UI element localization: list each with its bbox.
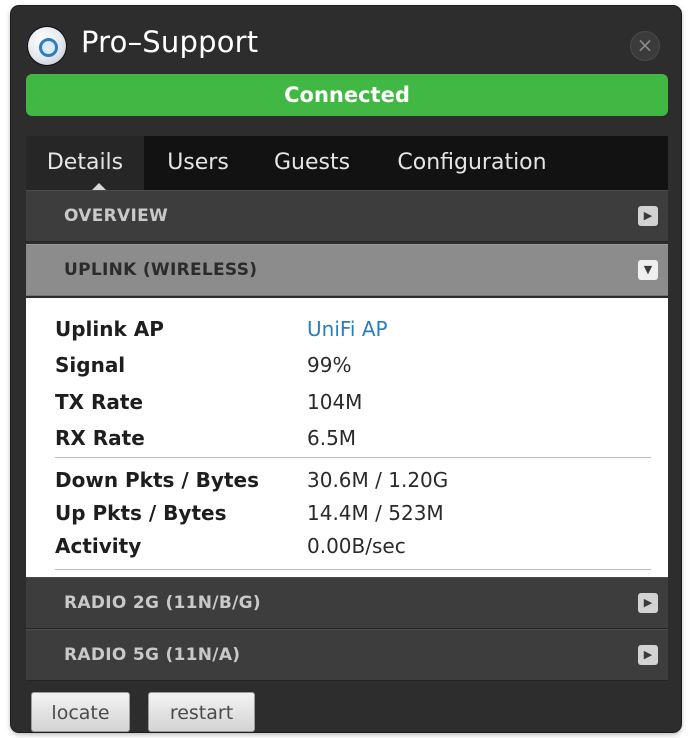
expand-arrow-icon[interactable]: ▶ (638, 645, 658, 665)
locate-button[interactable]: locate (31, 692, 130, 732)
section-radio-2g-label: RADIO 2G (11N/B/G) (64, 593, 261, 613)
close-icon[interactable]: × (630, 31, 660, 61)
uplink-details: Uplink AP UniFi AP Signal 99% TX Rate 10… (26, 298, 668, 577)
active-tab-indicator (92, 183, 106, 190)
section-radio-2g[interactable]: RADIO 2G (11N/B/G) ▶ (26, 577, 668, 629)
uplink-ap-link[interactable]: UniFi AP (307, 314, 388, 344)
detail-value: 99% (307, 353, 352, 377)
expand-arrow-icon[interactable]: ▶ (638, 593, 658, 613)
detail-value: 30.6M / 1.20G (307, 468, 449, 492)
detail-value: 0.00B/sec (307, 534, 406, 558)
tab-users[interactable]: Users (144, 136, 252, 190)
detail-divider (55, 569, 651, 570)
detail-label: Activity (55, 534, 142, 558)
detail-label: Down Pkts / Bytes (55, 468, 259, 492)
detail-label: TX Rate (55, 390, 144, 414)
detail-label: RX Rate (55, 426, 145, 450)
detail-value: 14.4M / 523M (307, 501, 444, 525)
panel-title: Pro–Support (81, 25, 259, 59)
section-overview[interactable]: OVERVIEW ▶ (26, 190, 668, 242)
section-overview-label: OVERVIEW (64, 206, 169, 226)
section-radio-5g[interactable]: RADIO 5G (11N/A) ▶ (26, 629, 668, 681)
tab-guests[interactable]: Guests (252, 136, 372, 190)
action-bar: locate restart (11, 682, 681, 732)
collapse-arrow-icon[interactable]: ▼ (638, 260, 658, 280)
section-uplink-label: UPLINK (WIRELESS) (64, 260, 258, 280)
detail-label: Signal (55, 353, 126, 377)
tab-details[interactable]: Details (26, 136, 144, 190)
detail-value: 6.5M (307, 426, 357, 450)
connection-status-bar: Connected (26, 74, 668, 116)
section-uplink-wireless[interactable]: UPLINK (WIRELESS) ▼ (26, 244, 668, 296)
detail-label: Uplink AP (55, 317, 164, 341)
tab-bar: Details Users Guests Configuration (26, 136, 668, 190)
app-logo-icon (28, 27, 66, 65)
tab-configuration[interactable]: Configuration (372, 136, 572, 190)
title-bar: Pro–Support × (11, 6, 681, 74)
expand-arrow-icon[interactable]: ▶ (638, 206, 658, 226)
restart-button[interactable]: restart (148, 692, 255, 732)
detail-value: 104M (307, 390, 363, 414)
pro-support-panel: Pro–Support × Connected Details Users Gu… (11, 6, 681, 732)
detail-divider (55, 457, 651, 458)
section-radio-5g-label: RADIO 5G (11N/A) (64, 645, 241, 665)
detail-label: Up Pkts / Bytes (55, 501, 227, 525)
